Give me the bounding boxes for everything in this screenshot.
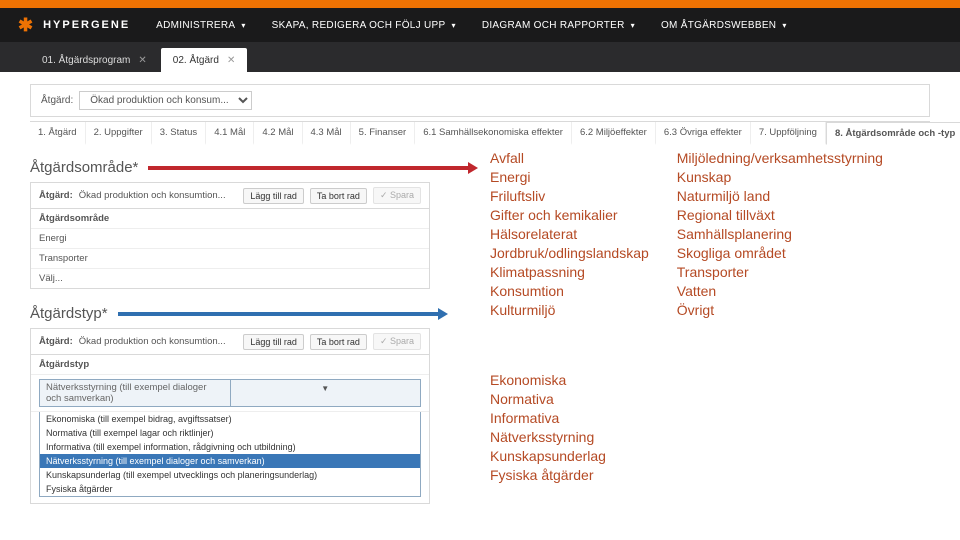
step-2[interactable]: 2. Uppgifter — [86, 122, 152, 145]
area-item: Naturmiljö land — [677, 188, 883, 204]
step-7[interactable]: 7. Uppföljning — [751, 122, 826, 145]
area-item: Energi — [490, 169, 649, 185]
step-5[interactable]: 5. Finanser — [351, 122, 416, 145]
type-item: Informativa — [490, 410, 606, 426]
brand-name: HYPERGENE — [43, 19, 130, 31]
area-item: Samhällsplanering — [677, 226, 883, 242]
type-item: Normativa — [490, 391, 606, 407]
panel-area: Åtgärd: Ökad produktion och konsumtion..… — [30, 182, 430, 289]
panel-header-row: Åtgärdstyp — [31, 355, 429, 375]
context-select[interactable]: Ökad produktion och konsum... — [79, 91, 252, 110]
area-item: Miljöledning/verksamhetsstyrning — [677, 150, 883, 166]
step-4-2[interactable]: 4.2 Mål — [254, 122, 302, 145]
step-4-1[interactable]: 4.1 Mål — [206, 122, 254, 145]
area-categories: Avfall Energi Friluftsliv Gifter och kem… — [490, 150, 883, 318]
panel-row[interactable]: Välj... — [31, 269, 429, 288]
type-item: Kunskapsunderlag — [490, 448, 606, 464]
add-row-button[interactable]: Lägg till rad — [243, 188, 304, 204]
panel-toolbar: Åtgärd: Ökad produktion och konsumtion..… — [31, 183, 429, 209]
chevron-down-icon: ▾ — [451, 21, 455, 30]
dropdown-option[interactable]: Nätverksstyrning (till exempel dialoger … — [40, 454, 420, 468]
step-tabs: 1. Åtgärd 2. Uppgifter 3. Status 4.1 Mål… — [30, 121, 930, 145]
logo-icon: ✱ — [18, 16, 35, 34]
type-dropdown[interactable]: Nätverksstyrning (till exempel dialoger … — [31, 375, 429, 412]
tab-program[interactable]: 01. Åtgärdsprogram ✕ — [30, 48, 159, 72]
dropdown-option[interactable]: Kunskapsunderlag (till exempel utvecklin… — [40, 468, 420, 482]
area-item: Konsumtion — [490, 283, 649, 299]
area-item: Friluftsliv — [490, 188, 649, 204]
context-bar: Åtgärd: Ökad produktion och konsum... — [30, 84, 930, 117]
area-col-left: Avfall Energi Friluftsliv Gifter och kem… — [490, 150, 649, 318]
step-4-3[interactable]: 4.3 Mål — [303, 122, 351, 145]
step-8[interactable]: 8. Åtgärdsområde och -typ — [826, 122, 960, 145]
area-item: Skogliga området — [677, 245, 883, 261]
close-icon[interactable]: ✕ — [138, 55, 146, 66]
arrow-icon — [148, 163, 478, 173]
arrow-icon — [118, 309, 448, 319]
document-tabs: 01. Åtgärdsprogram ✕ 02. Åtgärd ✕ — [0, 42, 960, 72]
area-item: Klimatpassning — [490, 264, 649, 280]
panel-header-row: Åtgärdsområde — [31, 209, 429, 229]
area-item: Transporter — [677, 264, 883, 280]
chevron-down-icon: ▾ — [782, 21, 786, 30]
add-row-button[interactable]: Lägg till rad — [243, 334, 304, 350]
chevron-down-icon: ▾ — [241, 21, 245, 30]
remove-row-button[interactable]: Ta bort rad — [310, 334, 367, 350]
brand-logo[interactable]: ✱ HYPERGENE — [18, 16, 130, 34]
area-item: Regional tillväxt — [677, 207, 883, 223]
area-item: Jordbruk/odlingslandskap — [490, 245, 649, 261]
type-item: Fysiska åtgärder — [490, 467, 606, 483]
remove-row-button[interactable]: Ta bort rad — [310, 188, 367, 204]
nav-diagrams-reports[interactable]: DIAGRAM OCH RAPPORTER ▾ — [482, 20, 635, 31]
chevron-down-icon[interactable]: ▼ — [230, 380, 421, 406]
section-title-area: Åtgärdsområde* — [30, 159, 138, 176]
area-item: Kulturmiljö — [490, 302, 649, 318]
tab-action[interactable]: 02. Åtgärd ✕ — [161, 48, 248, 72]
step-6-3[interactable]: 6.3 Övriga effekter — [656, 122, 751, 145]
nav-administer[interactable]: ADMINISTRERA ▾ — [156, 20, 246, 31]
close-icon[interactable]: ✕ — [227, 55, 235, 66]
chevron-down-icon: ▾ — [631, 21, 635, 30]
dropdown-option[interactable]: Normativa (till exempel lagar och riktli… — [40, 426, 420, 440]
step-1[interactable]: 1. Åtgärd — [30, 122, 86, 145]
dropdown-options: Ekonomiska (till exempel bidrag, avgifts… — [39, 412, 421, 497]
panel-toolbar: Åtgärd: Ökad produktion och konsumtion..… — [31, 329, 429, 355]
area-item: Vatten — [677, 283, 883, 299]
panel-row[interactable]: Energi — [31, 229, 429, 249]
accent-bar — [0, 0, 960, 8]
dropdown-option[interactable]: Ekonomiska (till exempel bidrag, avgifts… — [40, 412, 420, 426]
type-item: Nätverksstyrning — [490, 429, 606, 445]
panel-row[interactable]: Transporter — [31, 249, 429, 269]
area-item: Hälsorelaterat — [490, 226, 649, 242]
step-6-2[interactable]: 6.2 Miljöeffekter — [572, 122, 656, 145]
step-6-1[interactable]: 6.1 Samhällsekonomiska effekter — [415, 122, 572, 145]
area-item: Kunskap — [677, 169, 883, 185]
area-item: Gifter och kemikalier — [490, 207, 649, 223]
type-categories: Ekonomiska Normativa Informativa Nätverk… — [490, 372, 606, 486]
area-item: Avfall — [490, 150, 649, 166]
section-title-type: Åtgärdstyp* — [30, 305, 108, 322]
type-item: Ekonomiska — [490, 372, 606, 388]
top-nav: ✱ HYPERGENE ADMINISTRERA ▾ SKAPA, REDIGE… — [0, 8, 960, 42]
dropdown-option[interactable]: Fysiska åtgärder — [40, 482, 420, 496]
dropdown-option[interactable]: Informativa (till exempel information, r… — [40, 440, 420, 454]
save-button[interactable]: ✓ Spara — [373, 333, 421, 350]
nav-about[interactable]: OM ÅTGÄRDSWEBBEN ▾ — [661, 20, 787, 31]
step-3[interactable]: 3. Status — [152, 122, 207, 145]
panel-type: Åtgärd: Ökad produktion och konsumtion..… — [30, 328, 430, 504]
context-label: Åtgärd: — [41, 95, 73, 106]
area-col-right: Miljöledning/verksamhetsstyrning Kunskap… — [677, 150, 883, 318]
area-item: Övrigt — [677, 302, 883, 318]
nav-create-edit-follow[interactable]: SKAPA, REDIGERA OCH FÖLJ UPP ▾ — [272, 20, 456, 31]
save-button[interactable]: ✓ Spara — [373, 187, 421, 204]
